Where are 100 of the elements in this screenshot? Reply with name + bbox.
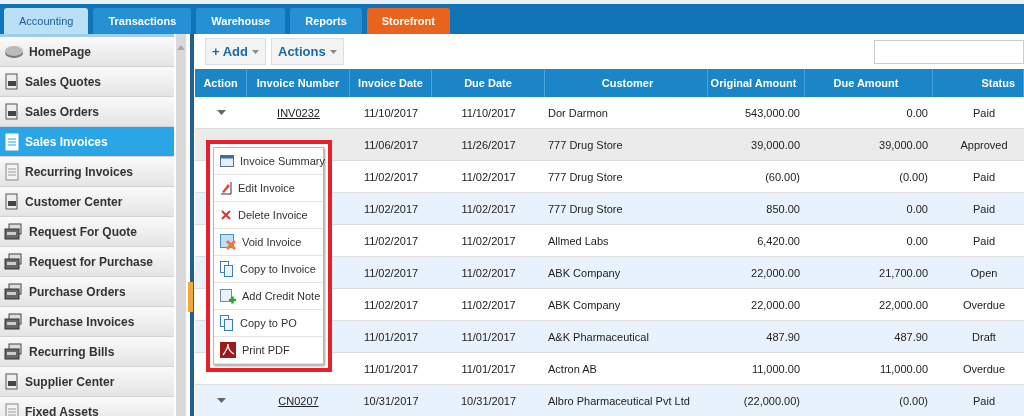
sidebar-item[interactable]: Fixed Assets [0,397,174,416]
toolbar-button[interactable]: Actions [271,38,344,65]
caret-icon[interactable] [216,398,226,403]
void-document-icon [220,234,236,250]
table-cell: 543,000.00 [744,106,800,119]
table-cell: 11/10/2017 [363,106,419,119]
table-cell-text: Open [969,266,999,279]
table-cell-text: Overdue [961,298,1007,311]
table-cell: Actron AB [548,362,597,375]
table-cell: A&K Pharmaceutical [548,330,649,343]
table-cell: (0.00) [899,394,928,407]
collapse-handle[interactable] [188,282,193,312]
menu-item-label: Copy to Invoice [240,263,316,275]
menu-item[interactable]: Invoice Summary [214,148,323,175]
page-icon [4,402,20,416]
document-icon [4,72,20,91]
table-cell: 777 Drug Store [548,202,623,215]
caret-icon[interactable] [216,110,226,115]
invoice-link[interactable]: INV0232 [277,106,320,119]
document-icon [4,192,20,211]
table-cell: 487.90 [894,330,928,343]
scrollbar[interactable] [176,34,186,416]
table-cell: 11,000.00 [879,362,928,375]
table-cell: 11/01/2017 [363,330,419,343]
menu-item[interactable]: Copy to PO [214,310,323,337]
documents-icon [4,342,24,361]
menu-item-label: Print PDF [242,344,290,356]
sidebar-item-label: Sales Orders [25,104,100,119]
table-cell-text: Paid [972,170,996,183]
caret-icon [252,49,259,54]
sidebar-item-label: Sales Invoices [25,134,108,149]
sidebar-item-label: HomePage [29,44,92,59]
sidebar-item-label: Sales Quotes [25,74,102,89]
table-cell: 777 Drug Store [548,170,623,183]
delete-icon [220,209,232,221]
sidebar-item[interactable]: Purchase Invoices [0,307,174,337]
sidebar-item[interactable]: Request for Purchase [0,247,174,277]
sidebar-item[interactable]: Sales Orders [0,97,174,127]
sidebar-item[interactable]: Recurring Invoices [0,157,174,187]
sidebar-item-label: Fixed Assets [25,404,99,416]
menu-item[interactable]: Edit Invoice [214,175,323,202]
sidebar-item-label: Purchase Invoices [29,314,135,329]
table-cell: 39,000.00 [751,138,800,151]
sidebar-item[interactable]: Supplier Center [0,367,174,397]
table-cell-text: Paid [972,394,996,407]
sidebar-item[interactable]: Request For Quote [0,217,174,247]
table-cell: 22,000.00 [879,298,928,311]
sidebar-item[interactable]: HomePage [0,37,174,67]
table-row[interactable]: CN0207 10/31/2017 10/31/2017 Albro Pharmaceutical Pvt Ltd (22,000.00) (0.00) Paid [195,385,1024,416]
table-cell: 487.90 [766,330,800,343]
menu-item-label: Edit Invoice [238,182,295,194]
sidebar-item-label: Supplier Center [25,374,115,389]
table-cell: 22,000.00 [751,298,800,311]
documents-icon [4,252,24,271]
invoice-link[interactable]: CN0207 [278,394,319,407]
table-cell-text: Paid [972,202,996,215]
menu-item[interactable]: Copy to Invoice [214,256,323,283]
documents-icon [4,282,24,301]
table-cell: 21,700.00 [879,266,928,279]
sidebar-item-label: Request for Purchase [29,254,154,269]
table-cell: 11/02/2017 [363,202,419,215]
sidebar-item[interactable]: Customer Center [0,187,174,217]
table-cell: 22,000.00 [751,266,800,279]
sidebar-item-label: Recurring Invoices [25,164,134,179]
table-cell: 11/02/2017 [461,170,516,183]
pdf-icon [220,342,236,358]
sidebar-item[interactable]: Recurring Bills [0,337,174,367]
sidebar-item[interactable]: Sales Quotes [0,67,174,97]
table-cell: 11/02/2017 [461,298,516,311]
table-cell: 11/02/2017 [461,202,516,215]
table-cell: 10/31/2017 [460,394,517,407]
page-icon [4,132,20,151]
table-cell-text: Paid [972,234,996,247]
sidebar-item-label: Recurring Bills [29,344,115,359]
menu-item[interactable]: Delete Invoice [214,202,323,229]
table-cell: 11/02/2017 [461,266,516,279]
copy-icon [220,315,234,331]
scroll-up-icon[interactable] [177,44,185,50]
table-cell: 0.00 [906,202,928,215]
table-cell: (0.00) [899,170,928,183]
sidebar-item[interactable]: Purchase Orders [0,277,174,307]
nav-tab[interactable]: Accounting [4,8,89,34]
table-cell: 850.00 [766,202,800,215]
documents-icon [4,222,24,241]
table-cell: 11/01/2017 [461,362,516,375]
table-cell: 6,420.00 [757,234,800,247]
menu-item-label: Void Invoice [242,236,302,248]
table-cell: 11/02/2017 [363,298,419,311]
table-cell: Allmed Labs [548,234,609,247]
toolbar-button[interactable]: + Add [205,38,266,65]
table-cell: 39,000.00 [879,138,928,151]
search-field[interactable] [874,39,1024,64]
menu-item[interactable]: Add Credit Note [214,283,323,310]
caret-icon [329,49,337,54]
menu-item[interactable]: Print PDF [214,337,323,364]
menu-item[interactable]: Void Invoice [214,229,323,256]
copy-icon [220,261,234,277]
table-cell: 0.00 [906,106,928,119]
page-icon [4,162,20,181]
table-cell: 10/31/2017 [363,394,419,407]
